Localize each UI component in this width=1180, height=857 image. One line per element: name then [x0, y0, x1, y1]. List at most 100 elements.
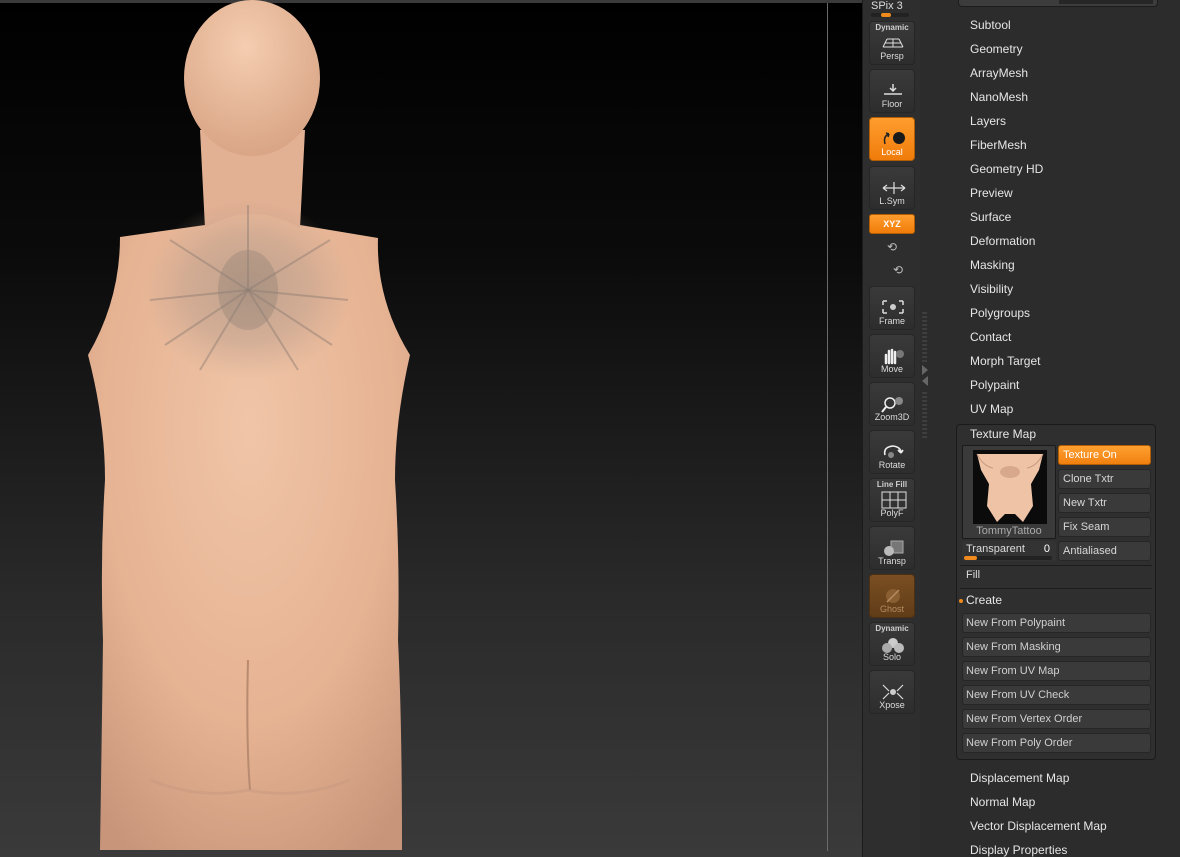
menu-item-vector-displacement-map[interactable]: Vector Displacement Map	[970, 819, 1107, 833]
antialiased-button[interactable]: Antialiased	[1058, 541, 1151, 561]
texture-thumbnail[interactable]: TommyTattoo	[962, 445, 1056, 539]
menu-item-displacement-map[interactable]: Displacement Map	[970, 771, 1069, 785]
texture-map-title[interactable]: Texture Map	[970, 427, 1036, 441]
menu-item-nanomesh[interactable]: NanoMesh	[970, 90, 1028, 104]
ghost-icon	[886, 589, 900, 603]
model-render	[88, 0, 410, 850]
menu-item-polygroups[interactable]: Polygroups	[970, 306, 1030, 320]
y-rotate-icon[interactable]: ⟲	[887, 240, 897, 254]
menu-item-surface[interactable]: Surface	[970, 210, 1011, 224]
transparent-value: 0	[1043, 543, 1050, 555]
uv-texture-preview	[973, 450, 1047, 524]
local-label: Local	[881, 147, 903, 157]
floor-button[interactable]: Floor	[869, 69, 915, 113]
solo-top-label: Dynamic	[875, 624, 909, 633]
texture-image	[973, 450, 1047, 524]
spix-slider[interactable]	[871, 13, 909, 17]
menu-item-normal-map[interactable]: Normal Map	[970, 795, 1035, 809]
new-from-vertex-order-button[interactable]: New From Vertex Order	[962, 709, 1151, 729]
menu-item-preview[interactable]: Preview	[970, 186, 1013, 200]
polyf-top-label: Line Fill	[876, 480, 908, 489]
fill-subpalette[interactable]: Fill	[966, 569, 980, 581]
frame-icon	[882, 300, 904, 314]
xpose-icon	[882, 684, 904, 700]
transp-button[interactable]: Transp	[869, 526, 915, 570]
menu-item-geometry[interactable]: Geometry	[970, 42, 1023, 56]
menu-item-masking[interactable]: Masking	[970, 258, 1015, 272]
create-subpalette[interactable]: Create	[966, 593, 1002, 607]
xyz-label: XYZ	[883, 219, 901, 229]
solo-button[interactable]: Dynamic Solo	[869, 622, 915, 666]
persp-button[interactable]: Dynamic Persp	[869, 21, 915, 65]
lsym-label: L.Sym	[879, 196, 905, 206]
texture-on-button[interactable]: Texture On	[1058, 445, 1151, 465]
new-from-uv-check-button[interactable]: New From UV Check	[962, 685, 1151, 705]
menu-item-visibility[interactable]: Visibility	[970, 282, 1013, 296]
ghost-button[interactable]: Ghost	[869, 574, 915, 618]
menu-item-geometry-hd[interactable]: Geometry HD	[970, 162, 1043, 176]
clone-txtr-button[interactable]: Clone Txtr	[1058, 469, 1151, 489]
menu-item-arraymesh[interactable]: ArrayMesh	[970, 66, 1028, 80]
new-txtr-button[interactable]: New Txtr	[1058, 493, 1151, 513]
zoom3d-button[interactable]: Zoom3D	[869, 382, 915, 426]
lsym-button[interactable]: L.Sym	[869, 166, 915, 210]
zoom3d-label: Zoom3D	[874, 412, 910, 422]
local-rotate-icon	[883, 132, 905, 145]
new-from-uv-map-button[interactable]: New From UV Map	[962, 661, 1151, 681]
right-shelf: SPix 3 Dynamic Persp Floor Local L.Sym X…	[862, 0, 920, 857]
z-rotate-icon[interactable]: ⟲	[893, 263, 903, 277]
frame-label: Frame	[878, 316, 905, 326]
transparency-icon	[884, 540, 904, 556]
xyz-button[interactable]: XYZ	[869, 214, 915, 234]
polyf-button[interactable]: Line Fill PolyF	[869, 478, 915, 522]
new-from-polypaint-button[interactable]: New From Polypaint	[962, 613, 1151, 633]
move-label: Move	[880, 364, 903, 374]
new-from-poly-order-button[interactable]: New From Poly Order	[962, 733, 1151, 753]
hand-icon	[884, 348, 904, 365]
rotate-button[interactable]: Rotate	[869, 430, 915, 474]
create-indicator-dot	[959, 599, 963, 603]
tool-palette: Subtool Geometry ArrayMesh NanoMesh Layers Fi…	[956, 0, 1180, 857]
texture-name: TommyTattoo	[976, 525, 1042, 537]
xpose-button[interactable]: Xpose	[869, 670, 915, 714]
transparent-track	[964, 556, 1052, 560]
viewport-canvas[interactable]	[0, 0, 862, 857]
local-button[interactable]: Local	[869, 117, 915, 161]
palette-top-bar	[958, 0, 1158, 7]
tray-divider[interactable]	[920, 0, 956, 857]
divider-grip-top[interactable]	[922, 312, 927, 362]
transparent-slider[interactable]: Transparent 0	[962, 541, 1056, 561]
transparent-fill	[964, 556, 977, 560]
polyf-label: PolyF	[880, 508, 904, 518]
floor-label: Floor	[881, 99, 903, 109]
menu-item-morph-target[interactable]: Morph Target	[970, 354, 1040, 368]
menu-item-deformation[interactable]: Deformation	[970, 234, 1035, 248]
viewport-bottom-edge	[0, 851, 862, 857]
ghost-label: Ghost	[879, 604, 904, 614]
collapse-left-arrow-icon[interactable]	[922, 376, 928, 386]
menu-item-polypaint[interactable]: Polypaint	[970, 378, 1019, 392]
fix-seam-button[interactable]: Fix Seam	[1058, 517, 1151, 537]
solo-label: Solo	[882, 652, 901, 662]
menu-item-display-properties[interactable]: Display Properties	[970, 843, 1067, 857]
polyframe-grid-icon	[881, 491, 907, 509]
rotate-label: Rotate	[878, 460, 906, 470]
expand-right-arrow-icon[interactable]	[922, 365, 928, 375]
new-from-masking-button[interactable]: New From Masking	[962, 637, 1151, 657]
persp-label: Persp	[880, 51, 904, 61]
rotate-icon	[883, 445, 904, 458]
floor-icon	[884, 84, 902, 95]
xpose-label: Xpose	[879, 700, 905, 710]
texture-map-section: Texture Map TommyTattoo Texture On Clone…	[956, 424, 1156, 760]
menu-item-contact[interactable]: Contact	[970, 330, 1011, 344]
spix-label: SPix 3	[871, 0, 903, 12]
move-button[interactable]: Move	[869, 334, 915, 378]
divider-grip-bottom[interactable]	[922, 392, 927, 438]
transp-label: Transp	[878, 556, 906, 566]
menu-item-fibermesh[interactable]: FiberMesh	[970, 138, 1027, 152]
frame-button[interactable]: Frame	[869, 286, 915, 330]
menu-item-layers[interactable]: Layers	[970, 114, 1006, 128]
menu-item-subtool[interactable]: Subtool	[970, 18, 1011, 32]
menu-item-uv-map[interactable]: UV Map	[970, 402, 1013, 416]
perspective-grid-icon	[882, 38, 904, 48]
